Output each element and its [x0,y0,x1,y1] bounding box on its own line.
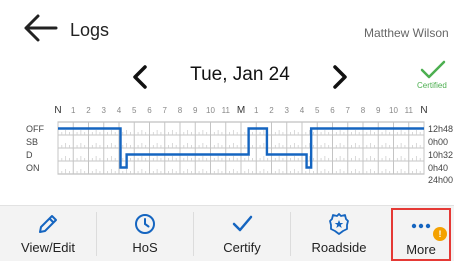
view-edit-button[interactable]: View/Edit [0,206,96,261]
roadside-button[interactable]: Roadside [291,206,387,261]
hour-label: 4 [300,106,305,115]
driver-name: Matthew Wilson [364,26,449,40]
bottom-toolbar: View/Edit HoS Certify Roadside ! More [0,205,454,261]
row-total: 24h00 [428,175,453,185]
hos-button[interactable]: HoS [97,206,193,261]
app-header: Logs Matthew Wilson [0,0,454,56]
check-icon [232,215,253,232]
hour-label: 1 [71,106,76,115]
previous-day-button[interactable] [128,64,152,90]
hour-label: N [420,105,427,116]
roadside-label: Roadside [311,240,367,255]
hour-label: 2 [86,106,91,115]
hour-label: 9 [193,106,198,115]
hour-label: 6 [147,106,152,115]
hour-label: 10 [206,106,215,115]
status-row-label: ON [26,163,40,173]
duty-status-graph: N 1 2 3 4 5 6 7 8 9 10 11 M 1 2 3 4 5 6 7 8 9 10 11 N OFF SB D ON 12h… [0,98,454,204]
hour-label: 3 [285,106,290,115]
log-grid: N 1 2 3 4 5 6 7 8 9 10 11 M 1 2 3 4 5 6 7 8 9 10 11 NOFFSBDON12h… [26,105,453,185]
clock-icon [135,214,155,234]
hour-label: 3 [102,106,107,115]
hour-label: 7 [346,106,351,115]
hour-label: 10 [389,106,398,115]
view-edit-label: View/Edit [21,240,75,255]
hour-label: 1 [254,106,259,115]
certified-status: Certified [414,60,454,92]
chevron-left-icon [133,65,147,89]
row-total: 0h00 [428,137,448,147]
hour-label: 7 [163,106,168,115]
check-icon [420,60,446,79]
pencil-icon [39,215,57,233]
certify-button[interactable]: Certify [194,206,290,261]
row-total: 10h32 [428,150,453,160]
date-navigation: Tue, Jan 24 [0,56,454,96]
hour-label: 6 [330,106,335,115]
arrow-left-icon [24,14,58,42]
page-title: Logs [70,20,110,40]
chevron-right-icon [333,65,347,89]
next-day-button[interactable] [328,64,352,90]
hour-label: 8 [361,106,366,115]
hour-label: M [237,105,245,116]
certified-label: Certified [417,81,447,90]
current-date: Tue, Jan 24 [190,64,290,85]
notification-badge: ! [433,227,447,241]
hour-label: 11 [405,106,414,115]
status-row-label: D [26,150,33,160]
hour-label: 4 [117,106,122,115]
hos-label: HoS [132,240,158,255]
hour-label: 11 [222,106,231,115]
hour-label: 5 [315,106,320,115]
row-total: 12h48 [428,124,453,134]
more-label: More [406,242,436,257]
hour-label: 2 [269,106,274,115]
police-badge-icon [329,213,349,235]
status-row-label: SB [26,137,38,147]
hour-label: 9 [376,106,381,115]
hour-label: 5 [132,106,137,115]
more-button[interactable]: ! More [391,208,451,261]
back-button[interactable] [20,12,60,44]
status-row-label: OFF [26,124,44,134]
more-icon [411,223,431,229]
row-total: 0h40 [428,163,448,173]
hour-label: N [54,105,61,116]
certify-label: Certify [223,240,261,255]
hour-label: 8 [178,106,183,115]
